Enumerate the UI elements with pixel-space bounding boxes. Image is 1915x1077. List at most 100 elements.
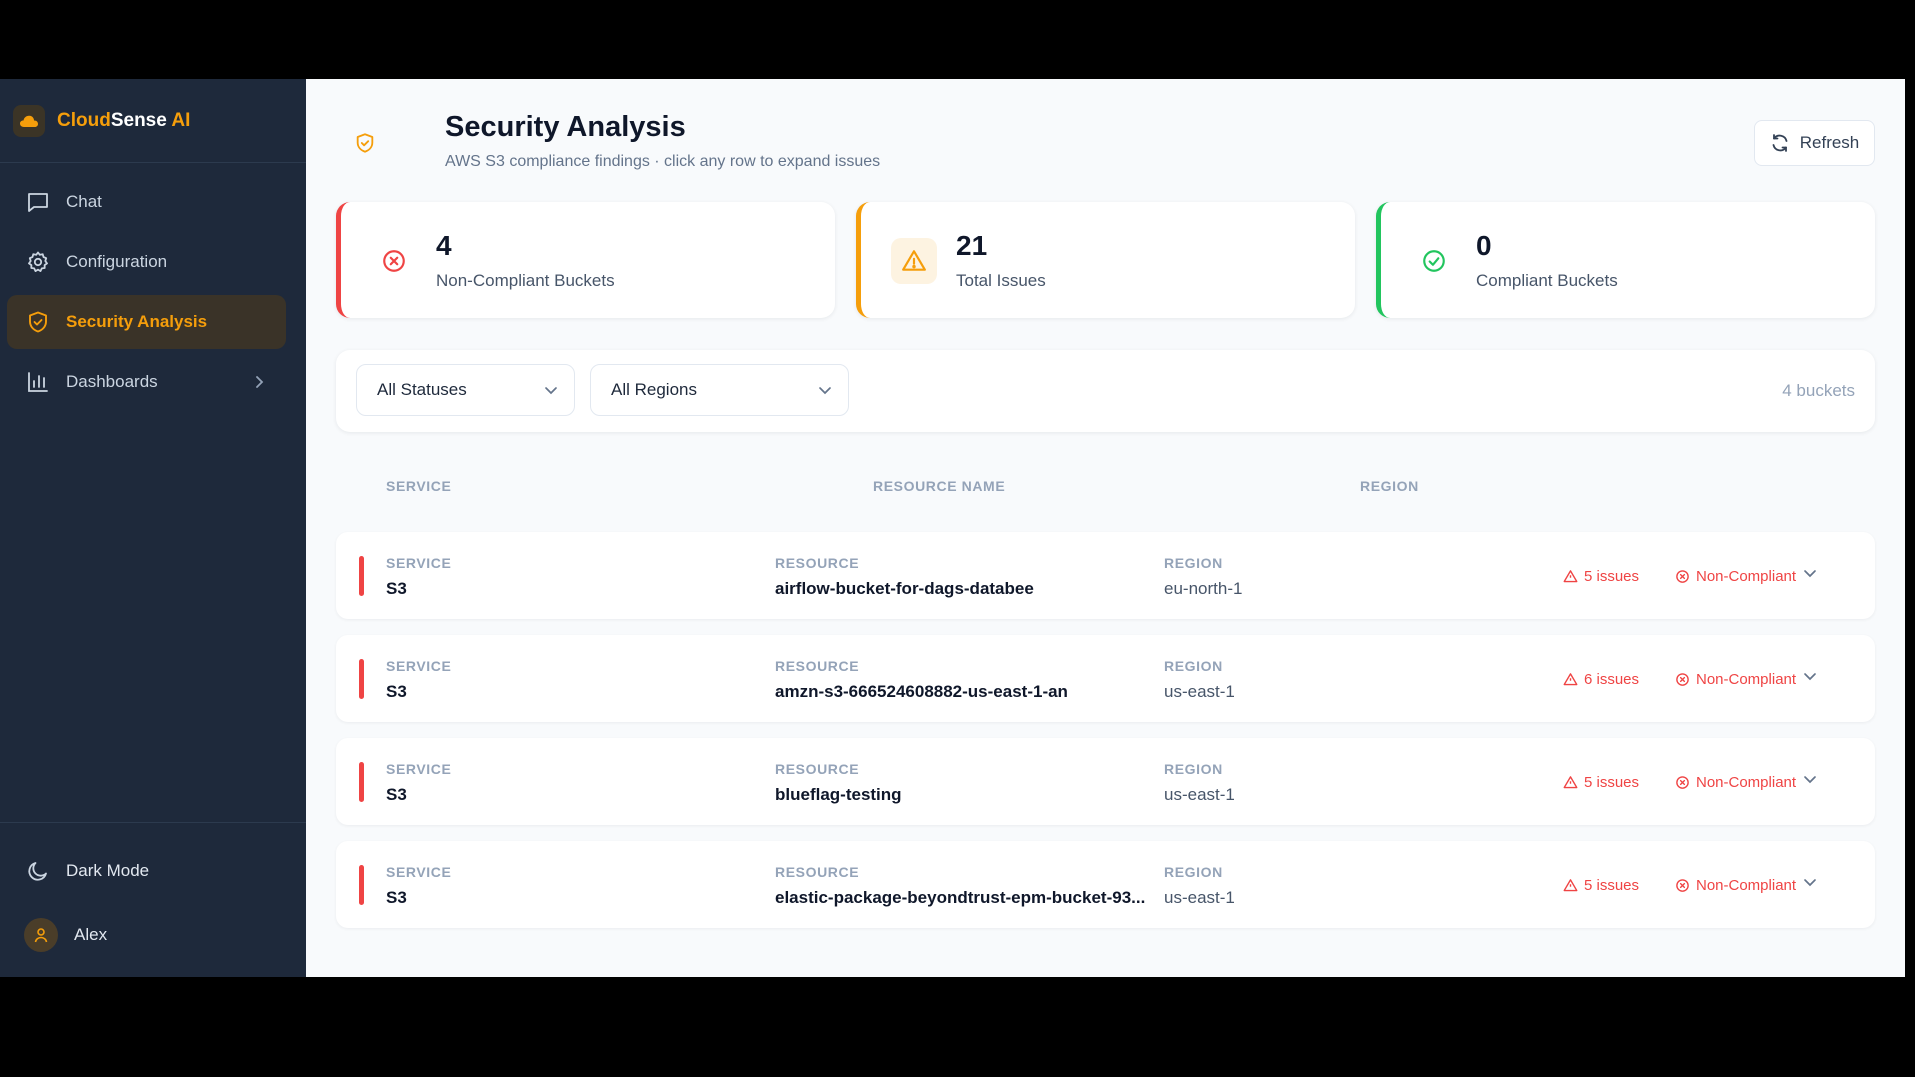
stat-value: 21	[956, 230, 988, 261]
refresh-button[interactable]: Refresh	[1754, 120, 1875, 166]
chat-icon	[25, 189, 51, 215]
page-header: Security Analysis AWS S3 compliance find…	[350, 111, 1875, 171]
resource-value: blueflag-testing	[775, 785, 902, 804]
column-header-region: REGION	[1360, 478, 1419, 494]
service-cell: SERVICE S3	[386, 761, 706, 805]
region-value: us-east-1	[1164, 682, 1235, 701]
cell-label: RESOURCE	[775, 864, 860, 880]
brand-name-part-2: Sense	[110, 109, 167, 131]
page-subtitle: AWS S3 compliance findings · click any r…	[445, 153, 881, 170]
stat-label: Compliant Buckets	[1476, 271, 1618, 290]
service-value: S3	[386, 785, 407, 804]
severity-bar	[359, 865, 364, 905]
cell-label: REGION	[1164, 864, 1223, 880]
check-circle-icon	[1411, 238, 1457, 284]
issues-badge: 5 issues	[1563, 774, 1639, 791]
user-icon	[34, 928, 48, 943]
stat-label: Non-Compliant Buckets	[436, 271, 615, 290]
bucket-list: SERVICE S3 RESOURCE airflow-bucket-for-d…	[336, 532, 1875, 944]
table-row[interactable]: SERVICE S3 RESOURCE blueflag-testing REG…	[336, 738, 1875, 825]
x-circle-icon	[1676, 879, 1689, 892]
sidebar-footer: Dark Mode Alex	[0, 822, 306, 977]
brand-name-part-1: Cloud	[57, 109, 111, 131]
table-row[interactable]: SERVICE S3 RESOURCE elastic-package-beyo…	[336, 841, 1875, 928]
service-value: S3	[386, 579, 407, 598]
cell-label: REGION	[1164, 761, 1223, 777]
resource-value: airflow-bucket-for-dags-databee	[775, 579, 1034, 598]
chevron-down-icon	[818, 383, 832, 397]
stat-label: Total Issues	[956, 271, 1046, 290]
brand-name-part-3: AI	[166, 109, 191, 131]
service-value: S3	[386, 682, 407, 701]
sidebar-nav: Chat Configuration Security Analysis Das…	[0, 163, 306, 415]
expand-chevron-icon[interactable]	[1803, 669, 1817, 683]
stat-card-non-compliant: 4 Non-Compliant Buckets	[336, 202, 835, 318]
region-filter-select[interactable]: All Regions	[590, 364, 849, 416]
resource-value: amzn-s3-666524608882-us-east-1-an	[775, 682, 1068, 701]
stat-card-total-issues: 21 Total Issues	[856, 202, 1355, 318]
warning-icon	[1563, 570, 1578, 583]
service-cell: SERVICE S3	[386, 658, 706, 702]
service-value: S3	[386, 888, 407, 907]
cell-label: RESOURCE	[775, 555, 860, 571]
region-cell: REGION us-east-1	[1164, 864, 1364, 908]
sidebar: CloudSense AI Chat Configuration Securit…	[0, 79, 306, 977]
region-cell: REGION eu-north-1	[1164, 555, 1364, 599]
expand-chevron-icon[interactable]	[1803, 875, 1817, 889]
sidebar-item-configuration[interactable]: Configuration	[7, 235, 286, 289]
expand-chevron-icon[interactable]	[1803, 772, 1817, 786]
table-header: SERVICE RESOURCE NAME REGION	[336, 472, 1875, 502]
dark-mode-toggle[interactable]: Dark Mode	[0, 839, 306, 903]
table-row[interactable]: SERVICE S3 RESOURCE airflow-bucket-for-d…	[336, 532, 1875, 619]
expand-chevron-icon[interactable]	[1803, 566, 1817, 580]
sidebar-item-chat[interactable]: Chat	[7, 175, 286, 229]
status-filter-select[interactable]: All Statuses	[356, 364, 575, 416]
resource-cell: RESOURCE elastic-package-beyondtrust-epm…	[775, 864, 1155, 908]
region-value: us-east-1	[1164, 785, 1235, 804]
resource-cell: RESOURCE blueflag-testing	[775, 761, 1145, 805]
refresh-label: Refresh	[1799, 133, 1860, 152]
region-value: eu-north-1	[1164, 579, 1243, 598]
resource-value: elastic-package-beyondtrust-epm-bucket-9…	[775, 888, 1146, 907]
cell-label: REGION	[1164, 658, 1223, 674]
status-badge: Non-Compliant	[1675, 568, 1796, 585]
severity-bar	[359, 556, 364, 596]
region-filter-value: All Regions	[611, 380, 697, 399]
x-circle-icon	[1676, 673, 1689, 686]
region-cell: REGION us-east-1	[1164, 761, 1364, 805]
sidebar-item-security-analysis[interactable]: Security Analysis	[7, 295, 286, 349]
gear-icon	[25, 249, 51, 275]
region-cell: REGION us-east-1	[1164, 658, 1364, 702]
refresh-icon	[1770, 133, 1790, 153]
user-profile[interactable]: Alex	[0, 903, 306, 967]
issues-badge: 5 issues	[1563, 877, 1639, 894]
bucket-count: 4 buckets	[1782, 381, 1855, 400]
sidebar-item-label: Security Analysis	[66, 312, 208, 331]
page-title: Security Analysis	[445, 111, 686, 143]
stat-value: 0	[1476, 230, 1492, 261]
filter-bar: All Statuses All Regions 4 buckets	[336, 350, 1875, 432]
chevron-right-icon	[252, 375, 266, 389]
cloud-icon	[13, 104, 45, 137]
warning-icon	[1563, 673, 1578, 686]
dark-mode-label: Dark Mode	[66, 861, 150, 880]
issues-count: 5 issues	[1584, 774, 1640, 791]
table-row[interactable]: SERVICE S3 RESOURCE amzn-s3-666524608882…	[336, 635, 1875, 722]
column-header-resource-name: RESOURCE NAME	[873, 478, 1006, 494]
issues-badge: 5 issues	[1563, 568, 1639, 585]
sidebar-item-dashboards[interactable]: Dashboards	[7, 355, 286, 409]
main-content: Security Analysis AWS S3 compliance find…	[306, 79, 1905, 977]
sidebar-item-label: Configuration	[66, 252, 168, 271]
resource-cell: RESOURCE airflow-bucket-for-dags-databee	[775, 555, 1145, 599]
service-cell: SERVICE S3	[386, 864, 706, 908]
status-text: Non-Compliant	[1696, 671, 1797, 688]
status-text: Non-Compliant	[1696, 568, 1797, 585]
region-value: us-east-1	[1164, 888, 1235, 907]
status-text: Non-Compliant	[1696, 877, 1797, 894]
brand[interactable]: CloudSense AI	[0, 79, 306, 163]
status-badge: Non-Compliant	[1675, 671, 1796, 688]
issues-count: 5 issues	[1584, 568, 1640, 585]
cell-label: REGION	[1164, 555, 1223, 571]
stat-value: 4	[436, 230, 452, 261]
status-filter-value: All Statuses	[377, 380, 467, 399]
